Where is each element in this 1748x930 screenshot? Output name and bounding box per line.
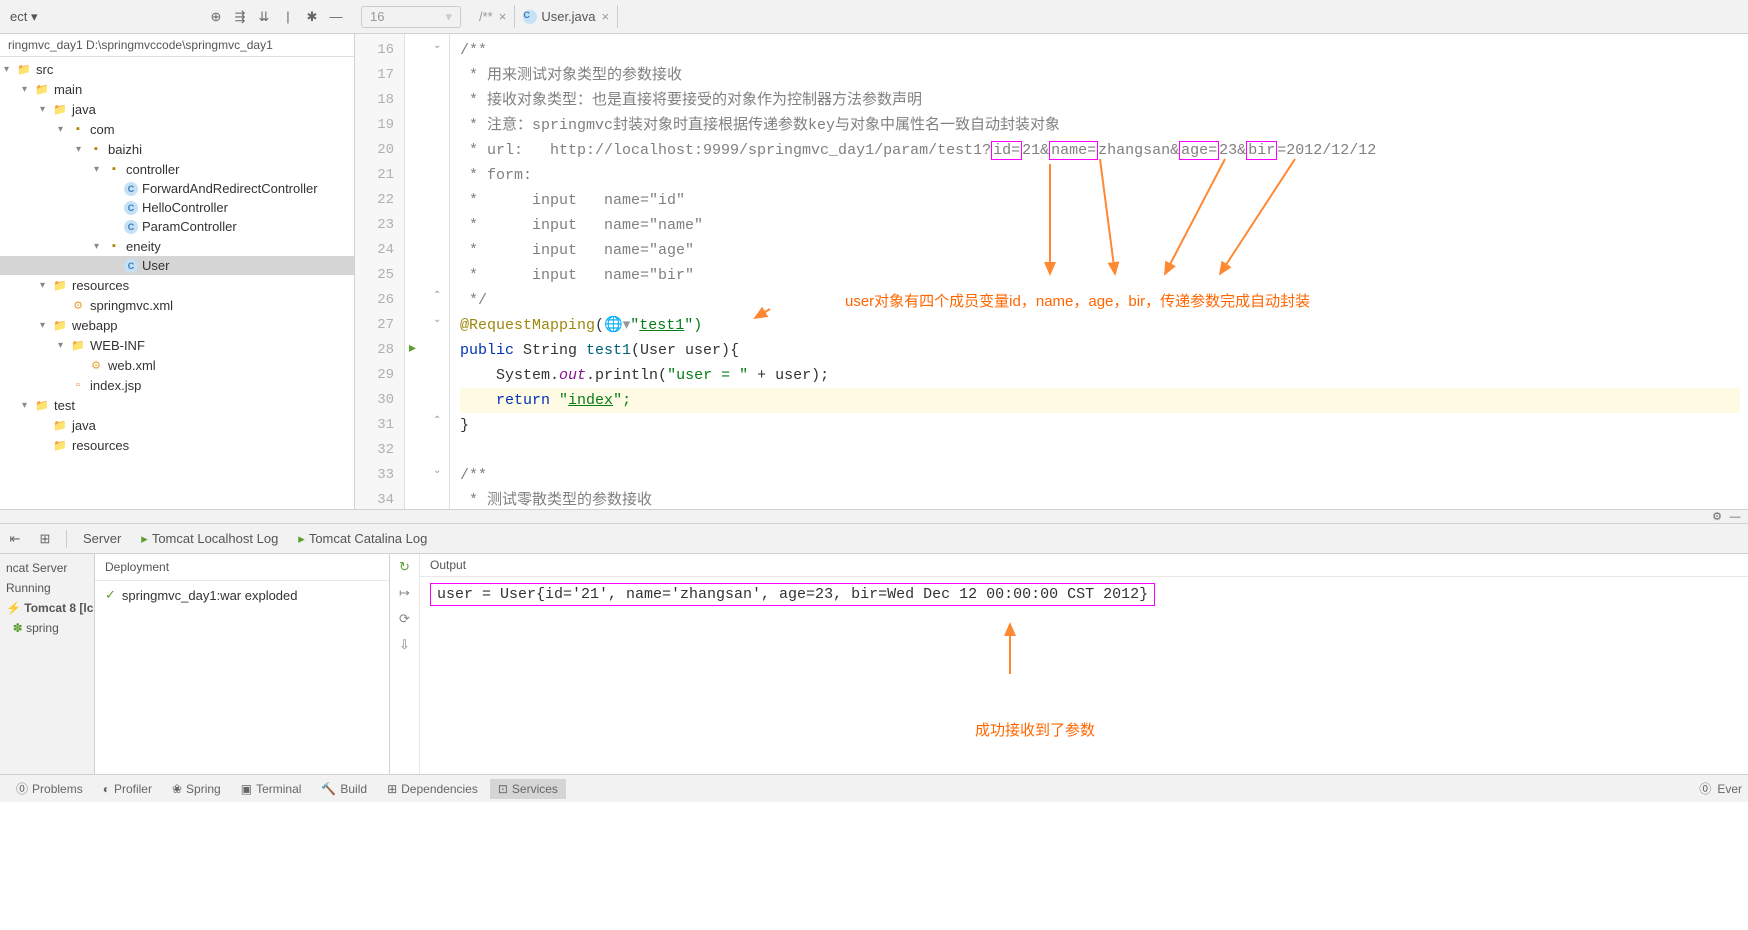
check-icon: ✓	[105, 587, 116, 603]
minimize-icon[interactable]: —	[327, 8, 345, 26]
footer-services[interactable]: ⊡ Services	[490, 779, 566, 799]
tree-node-resources[interactable]: 📁resources	[0, 435, 354, 455]
bottom-panel: ⚙ — ⇤ ⊞ Server ▸Tomcat Localhost Log ▸To…	[0, 509, 1748, 774]
footer-profiler[interactable]: ◐ Profiler	[95, 779, 160, 799]
tree-node-src[interactable]: ▾📁src	[0, 59, 354, 79]
fold-marker[interactable]: ⌄	[433, 314, 441, 325]
tree-node-paramcontroller[interactable]: CParamController	[0, 217, 354, 236]
line-indicator[interactable]: 16 ▾	[361, 6, 461, 28]
breadcrumb: ringmvc_day1 D:\springmvccode\springmvc_…	[0, 34, 354, 57]
server-item[interactable]: ✽ spring	[4, 618, 90, 638]
server-item[interactable]: ncat Server	[4, 558, 90, 578]
footer-tabs: ⓪ Problems ◐ Profiler ❀ Spring ▣ Termina…	[0, 774, 1748, 802]
settings-icon[interactable]: ✱	[303, 8, 321, 26]
annotation-output: 成功接收到了参数	[975, 719, 1095, 740]
tree-node-main[interactable]: ▾📁main	[0, 79, 354, 99]
run-gutter-icon[interactable]: ▸	[409, 339, 416, 356]
server-item[interactable]: Running	[4, 578, 90, 598]
fold-marker[interactable]: ⌄	[433, 465, 441, 476]
tree-node-index.jsp[interactable]: ▫index.jsp	[0, 375, 354, 395]
footer-dependencies[interactable]: ⊞ Dependencies	[379, 779, 486, 799]
close-icon[interactable]: ×	[602, 9, 610, 24]
tree-node-forwardandredirectcontroller[interactable]: CForwardAndRedirectController	[0, 179, 354, 198]
tree-node-baizhi[interactable]: ▾▪baizhi	[0, 139, 354, 159]
project-tree[interactable]: ▾📁src▾📁main▾📁java▾▪com▾▪baizhi▾▪controll…	[0, 57, 354, 509]
threads-icon[interactable]: ⊞	[36, 530, 54, 548]
fold-marker[interactable]: ⌃	[433, 415, 441, 426]
tree-node-com[interactable]: ▾▪com	[0, 119, 354, 139]
tree-node-springmvc.xml[interactable]: ⚙springmvc.xml	[0, 295, 354, 315]
minimize-icon[interactable]: —	[1726, 508, 1744, 526]
project-dropdown[interactable]: ect ▾	[4, 9, 43, 25]
tree-node-hellocontroller[interactable]: CHelloController	[0, 198, 354, 217]
tab-server[interactable]: Server	[73, 527, 131, 550]
deployment-header: Deployment	[95, 554, 389, 581]
deployment-item[interactable]: ✓ springmvc_day1:war exploded	[95, 581, 389, 609]
refresh-icon[interactable]: ⟳	[396, 610, 414, 628]
tree-node-webapp[interactable]: ▾📁webapp	[0, 315, 354, 335]
gutter-extra: ⌄ ⌃ ⌄ ▸ ⌃ ⌄	[405, 34, 450, 509]
output-toolbar: ↻ ↦ ⟳ ⇩	[390, 554, 420, 774]
fold-marker[interactable]: ⌃	[433, 290, 441, 301]
divider: |	[279, 8, 297, 26]
tree-node-resources[interactable]: ▾📁resources	[0, 275, 354, 295]
editor-panel: 16171819202122232425262728293031323334 ⌄…	[355, 34, 1748, 509]
download-icon[interactable]: ⇩	[396, 636, 414, 654]
tree-node-eneity[interactable]: ▾▪eneity	[0, 236, 354, 256]
collapse-icon[interactable]: ⇶	[231, 8, 249, 26]
server-item[interactable]: ⚡ Tomcat 8 [lc	[4, 598, 90, 618]
server-list[interactable]: ncat ServerRunning⚡ Tomcat 8 [lc ✽ sprin…	[0, 554, 95, 774]
footer-build[interactable]: 🔨 Build	[313, 779, 375, 799]
deployment-panel: Deployment ✓ springmvc_day1:war exploded	[95, 554, 390, 774]
tree-node-user[interactable]: CUser	[0, 256, 354, 275]
annotation-right: user对象有四个成员变量id，name，age，bir，传递参数完成自动封装	[845, 289, 1310, 314]
layout-icon[interactable]: ⇤	[6, 530, 24, 548]
editor-tab-user[interactable]: C User.java×	[515, 5, 618, 28]
output-panel: ↻ ↦ ⟳ ⇩ Output user = User{id='21', name…	[390, 554, 1748, 774]
footer-spring[interactable]: ❀ Spring	[164, 779, 229, 799]
footer-problems[interactable]: ⓪ Problems	[8, 777, 91, 800]
top-toolbar: ect ▾ ⊕ ⇶ ⇊ | ✱ — 16 ▾ /**× C User.java×	[0, 0, 1748, 34]
locate-icon[interactable]: ⊕	[207, 8, 225, 26]
gutter: 16171819202122232425262728293031323334	[355, 34, 405, 509]
close-icon[interactable]: ×	[499, 9, 507, 24]
tree-node-test[interactable]: ▾📁test	[0, 395, 354, 415]
run-icon[interactable]: ↻	[396, 558, 414, 576]
tab-catalina-log[interactable]: ▸Tomcat Catalina Log	[288, 527, 437, 551]
editor-tab-comment[interactable]: /**×	[471, 5, 515, 28]
expand-icon[interactable]: ⇊	[255, 8, 273, 26]
tree-node-web-inf[interactable]: ▾📁WEB-INF	[0, 335, 354, 355]
tree-node-java[interactable]: ▾📁java	[0, 99, 354, 119]
fold-marker[interactable]: ⌄	[433, 40, 441, 51]
tree-node-web.xml[interactable]: ⚙web.xml	[0, 355, 354, 375]
project-tree-panel: ringmvc_day1 D:\springmvccode\springmvc_…	[0, 34, 355, 509]
tree-node-controller[interactable]: ▾▪controller	[0, 159, 354, 179]
step-icon[interactable]: ↦	[396, 584, 414, 602]
output-header: Output	[420, 554, 1748, 577]
tab-localhost-log[interactable]: ▸Tomcat Localhost Log	[131, 527, 288, 551]
gear-icon[interactable]: ⚙	[1708, 508, 1726, 526]
footer-terminal[interactable]: ▣ Terminal	[233, 779, 310, 799]
footer-right: ⓪ Ever	[1699, 780, 1742, 797]
tree-node-java[interactable]: 📁java	[0, 415, 354, 435]
code-editor[interactable]: user对象有四个成员变量id，name，age，bir，传递参数完成自动封装 …	[450, 34, 1748, 509]
